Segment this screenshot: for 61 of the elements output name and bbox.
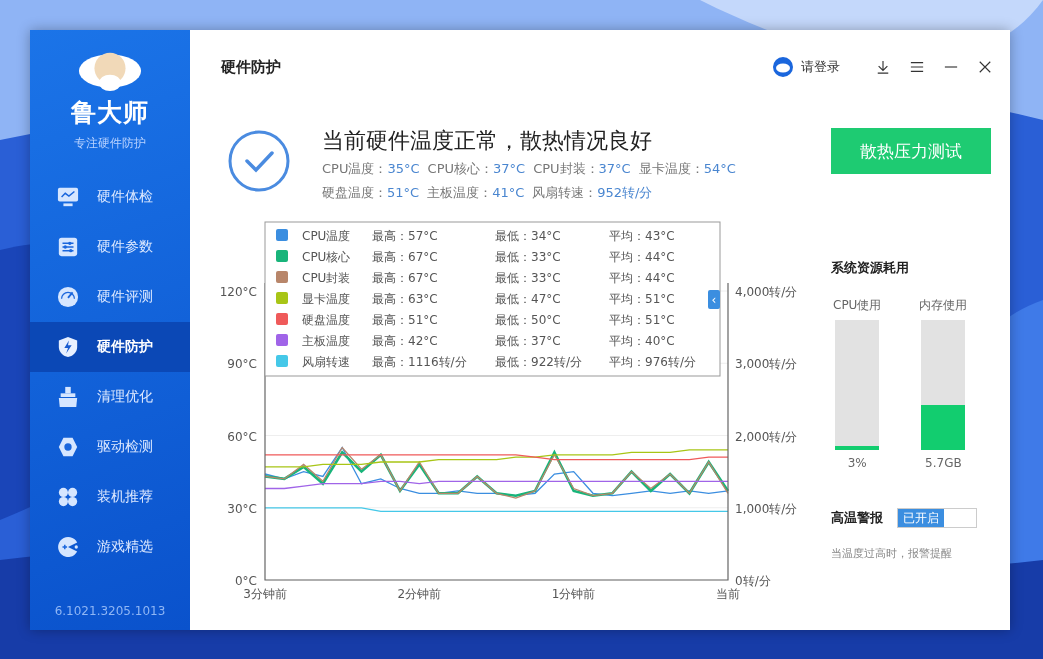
temperature-reading: CPU温度：35°C	[322, 161, 420, 176]
legend-max: 最高：67°C	[372, 250, 438, 264]
axis-label: 60°C	[227, 429, 257, 444]
legend-min: 最低：33°C	[495, 250, 561, 264]
legend-max: 最高：51°C	[372, 313, 438, 327]
legend-max: 最高：67°C	[372, 271, 438, 285]
axis-label: 3分钟前	[243, 587, 287, 601]
temperature-reading: 风扇转速：952转/分	[532, 185, 653, 200]
temperature-reading: 显卡温度：54°C	[638, 161, 736, 176]
legend-label: 硬盘温度	[302, 313, 350, 327]
legend-max: 最高：57°C	[372, 229, 438, 243]
legend-average: 平均：40°C	[609, 334, 675, 348]
version-text: 6.1021.3205.1013	[54, 604, 166, 618]
legend-average: 平均：51°C	[609, 313, 675, 327]
meter-label: CPU使用	[833, 297, 882, 314]
legend-average: 平均：44°C	[609, 250, 675, 264]
legend-label: CPU核心	[302, 250, 351, 264]
status-title: 当前硬件温度正常，散热情况良好	[322, 128, 653, 154]
temperature-reading: CPU封装：37°C	[533, 161, 631, 176]
axis-label: 0°C	[235, 574, 257, 588]
alert-description: 当温度过高时，报警提醒	[831, 546, 953, 561]
legend-min: 最低：33°C	[495, 271, 561, 285]
axis-label: 4,000转/分	[735, 285, 798, 299]
legend-min: 最低：34°C	[495, 229, 561, 243]
section-title: 系统资源耗用	[831, 259, 910, 277]
meter-reading: 3%	[847, 456, 867, 470]
legend-min: 最低：47°C	[495, 292, 561, 306]
axis-label: 3,000转/分	[735, 357, 798, 372]
legend-label: 主板温度	[302, 334, 350, 348]
legend-label: 显卡温度	[302, 292, 350, 306]
legend-label: 风扇转速	[302, 355, 350, 369]
axis-label: 120°C	[219, 285, 257, 299]
brand-name: 鲁大师	[71, 97, 149, 129]
legend-average: 平均：976转/分	[609, 355, 696, 369]
legend-max: 最高：1116转/分	[372, 355, 467, 369]
axis-label: 0转/分	[735, 574, 771, 588]
legend-average: 平均：44°C	[609, 271, 675, 285]
axis-label: 当前	[716, 587, 740, 601]
legend-label: CPU温度	[302, 229, 351, 243]
axis-label: 1分钟前	[551, 587, 596, 601]
legend-max: 最高：63°C	[372, 292, 438, 306]
axis-label: 2,000转/分	[735, 429, 798, 444]
meter-label: 内存使用	[919, 297, 968, 314]
legend-average: 平均：51°C	[609, 292, 675, 306]
alert-title: 高温警报	[831, 509, 883, 527]
legend-min: 最低：50°C	[495, 313, 561, 327]
legend-min: 最低：37°C	[495, 334, 561, 348]
meter-reading: 5.7GB	[925, 456, 962, 470]
temperature-reading: CPU核心：37°C	[427, 161, 526, 176]
tagline: 专注硬件防护	[74, 135, 146, 152]
legend-label: CPU封装	[302, 271, 351, 285]
temperature-reading: 硬盘温度：51°C	[322, 185, 420, 200]
legend-max: 最高：42°C	[372, 334, 438, 348]
legend-min: 最低：922转/分	[495, 355, 582, 369]
page-title: 硬件防护	[221, 57, 281, 77]
axis-label: 2分钟前	[397, 587, 442, 601]
axis-label: 30°C	[227, 501, 257, 516]
temperature-reading: 主板温度：41°C	[427, 185, 525, 200]
axis-label: 1,000转/分	[735, 501, 798, 516]
legend-average: 平均：43°C	[609, 229, 675, 243]
axis-label: 90°C	[227, 357, 257, 372]
